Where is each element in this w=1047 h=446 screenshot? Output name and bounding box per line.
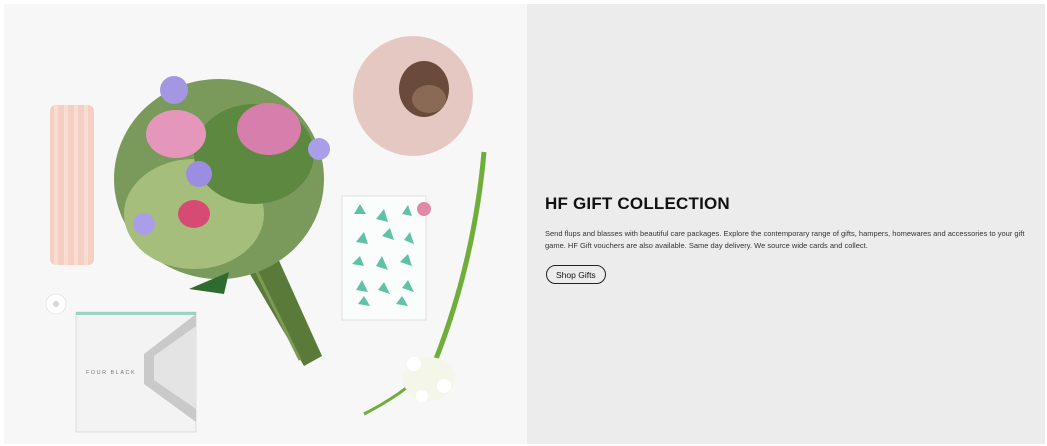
promo-banner: FOUR BLACK HF GIFT COLLECTION Send flups… <box>0 0 1047 446</box>
gift-flatlay-image: FOUR BLACK <box>4 4 527 444</box>
small-flower-illustration <box>45 293 67 315</box>
gift-card-illustration <box>341 195 431 321</box>
candle-illustration <box>50 105 94 265</box>
shop-gifts-button[interactable]: Shop Gifts <box>546 265 606 284</box>
promo-title: HF GIFT COLLECTION <box>545 194 730 213</box>
gift-box-label: FOUR BLACK <box>86 370 136 376</box>
vase-illustration <box>353 36 473 156</box>
promo-description: Send flups and blasses with beautiful ca… <box>545 229 1025 250</box>
promo-text-panel: HF GIFT COLLECTION Send flups and blasse… <box>527 4 1045 444</box>
